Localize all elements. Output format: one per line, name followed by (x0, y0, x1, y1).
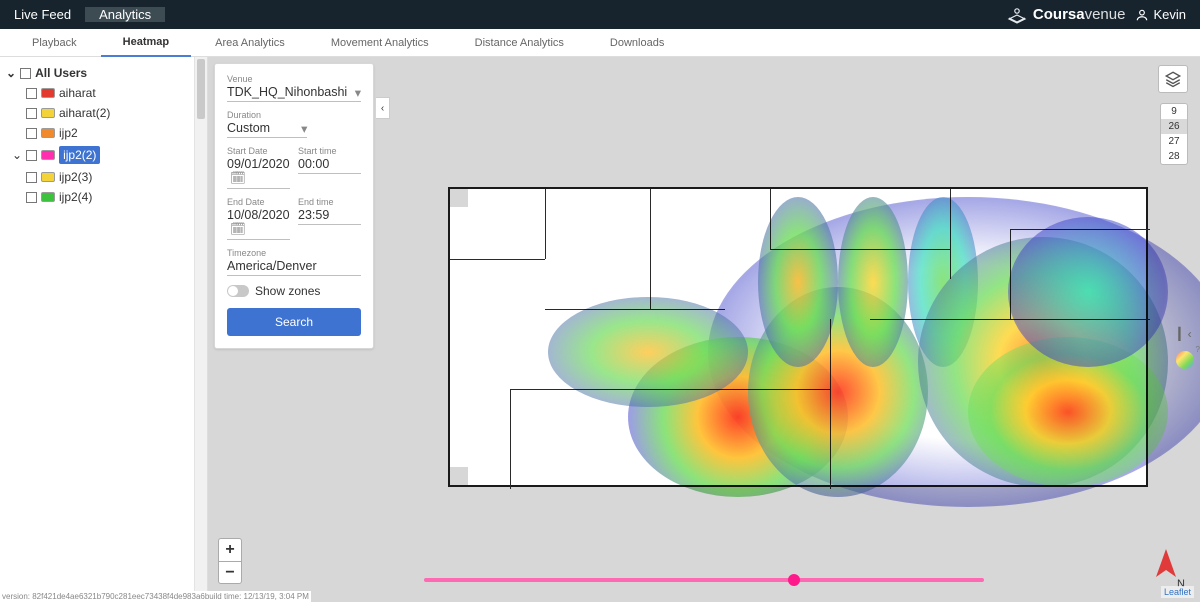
user-color-swatch (41, 192, 55, 202)
subnav-playback[interactable]: Playback (10, 29, 99, 57)
sub-nav: Playback Heatmap Area Analytics Movement… (0, 29, 1200, 57)
tree-user-0[interactable]: aiharat (4, 83, 190, 103)
tz-label: Timezone (227, 248, 361, 258)
brand-strong: Coursa (1033, 6, 1085, 23)
tree-user-4[interactable]: ijp2(3) (4, 167, 190, 187)
end-date-input[interactable]: 10/08/2020🗓 (227, 208, 290, 240)
floor-picker: 9262728 (1160, 103, 1188, 165)
user-label: ijp2(2) (59, 146, 100, 164)
subnav-distance[interactable]: Distance Analytics (453, 29, 586, 57)
layers-icon (1164, 70, 1182, 88)
tree-user-2[interactable]: ijp2 (4, 123, 190, 143)
checkbox-user[interactable] (26, 128, 37, 139)
time-slider[interactable] (424, 578, 984, 582)
show-zones-label: Show zones (255, 284, 320, 298)
chevron-left-icon: ‹ (381, 103, 384, 114)
checkbox-user[interactable] (26, 192, 37, 203)
user-label: aiharat(2) (59, 106, 110, 120)
floor-option-26[interactable]: 26 (1161, 119, 1187, 134)
calendar-icon: 🗓 (230, 222, 246, 237)
end-date-label: End Date (227, 197, 290, 207)
show-zones-toggle[interactable] (227, 285, 249, 297)
chevron-down-icon: ▾ (301, 121, 307, 136)
checkbox-user[interactable] (26, 88, 37, 99)
tree-user-3[interactable]: ⌄ ijp2(2) (4, 143, 190, 167)
venue-select[interactable]: TDK_HQ_Nihonbashi▾ (227, 85, 361, 102)
layers-button[interactable] (1158, 65, 1188, 93)
checkbox-user[interactable] (26, 172, 37, 183)
user-label: ijp2(4) (59, 190, 92, 204)
zoom-control: + − (218, 538, 242, 584)
brand-logo: Coursavenue (1005, 5, 1126, 25)
map-attribution[interactable]: Leaflet (1161, 586, 1194, 598)
filter-panel: Venue TDK_HQ_Nihonbashi▾ Duration Custom… (214, 63, 374, 349)
calendar-icon: 🗓 (230, 171, 246, 186)
user-label: aiharat (59, 86, 96, 100)
user-name: Kevin (1153, 7, 1186, 22)
checkbox-user[interactable] (26, 150, 37, 161)
subnav-heatmap[interactable]: Heatmap (101, 29, 191, 57)
collapse-right-icon[interactable]: ▎‹ (1178, 327, 1191, 341)
tree-all-users[interactable]: ⌄ All Users (4, 63, 190, 83)
brand-light: venue (1085, 6, 1126, 23)
sidebar-scrollbar[interactable] (195, 57, 208, 602)
user-color-swatch (41, 150, 55, 160)
checkbox-all[interactable] (20, 68, 31, 79)
end-time-label: End time (298, 197, 361, 207)
subnav-movement[interactable]: Movement Analytics (309, 29, 451, 57)
user-icon (1135, 8, 1149, 22)
tab-analytics[interactable]: Analytics (85, 7, 165, 22)
start-date-input[interactable]: 09/01/2020🗓 (227, 157, 290, 189)
chevron-down-icon: ⌄ (6, 66, 16, 80)
user-label: ijp2 (59, 126, 78, 140)
start-time-label: Start time (298, 146, 361, 156)
tz-select[interactable]: America/Denver (227, 259, 361, 276)
heatmap-legend-button[interactable]: ? (1176, 351, 1194, 369)
heatmap-gradient-icon (1176, 351, 1194, 369)
chevron-down-icon: ▾ (355, 85, 361, 100)
user-tree-sidebar: ⌄ All Users aiharat aiharat(2) ijp2 ⌄ ijp2(2… (0, 57, 195, 602)
subnav-area[interactable]: Area Analytics (193, 29, 307, 57)
floorplan (448, 187, 1148, 487)
tree-parent-label: All Users (35, 66, 87, 80)
duration-select[interactable]: Custom▾ (227, 121, 307, 138)
floor-option-28[interactable]: 28 (1161, 149, 1187, 164)
start-date-label: Start Date (227, 146, 290, 156)
checkbox-user[interactable] (26, 108, 37, 119)
top-bar: Live Feed Analytics Coursavenue Kevin (0, 0, 1200, 29)
user-menu[interactable]: Kevin (1135, 7, 1186, 22)
tab-live-feed[interactable]: Live Feed (0, 7, 85, 22)
user-color-swatch (41, 128, 55, 138)
duration-label: Duration (227, 110, 361, 120)
map-viewport[interactable]: Venue TDK_HQ_Nihonbashi▾ Duration Custom… (208, 57, 1200, 602)
search-button[interactable]: Search (227, 308, 361, 336)
logo-icon (1005, 5, 1029, 25)
user-label: ijp2(3) (59, 170, 92, 184)
venue-label: Venue (227, 74, 361, 84)
tree-user-1[interactable]: aiharat(2) (4, 103, 190, 123)
user-color-swatch (41, 88, 55, 98)
tree-user-5[interactable]: ijp2(4) (4, 187, 190, 207)
build-version: version: 82f421de4ae6321b790c281eec73438… (0, 591, 311, 602)
zoom-in-button[interactable]: + (219, 539, 241, 561)
help-icon: ? (1196, 345, 1200, 354)
user-color-swatch (41, 172, 55, 182)
user-color-swatch (41, 108, 55, 118)
floor-option-9[interactable]: 9 (1161, 104, 1187, 119)
start-time-input[interactable]: 00:00 (298, 157, 361, 174)
chevron-down-icon: ⌄ (12, 148, 22, 162)
end-time-input[interactable]: 23:59 (298, 208, 361, 225)
zoom-out-button[interactable]: − (219, 561, 241, 583)
slider-handle[interactable] (788, 574, 800, 586)
panel-collapse-button[interactable]: ‹ (376, 97, 390, 119)
floor-option-27[interactable]: 27 (1161, 134, 1187, 149)
subnav-downloads[interactable]: Downloads (588, 29, 686, 57)
